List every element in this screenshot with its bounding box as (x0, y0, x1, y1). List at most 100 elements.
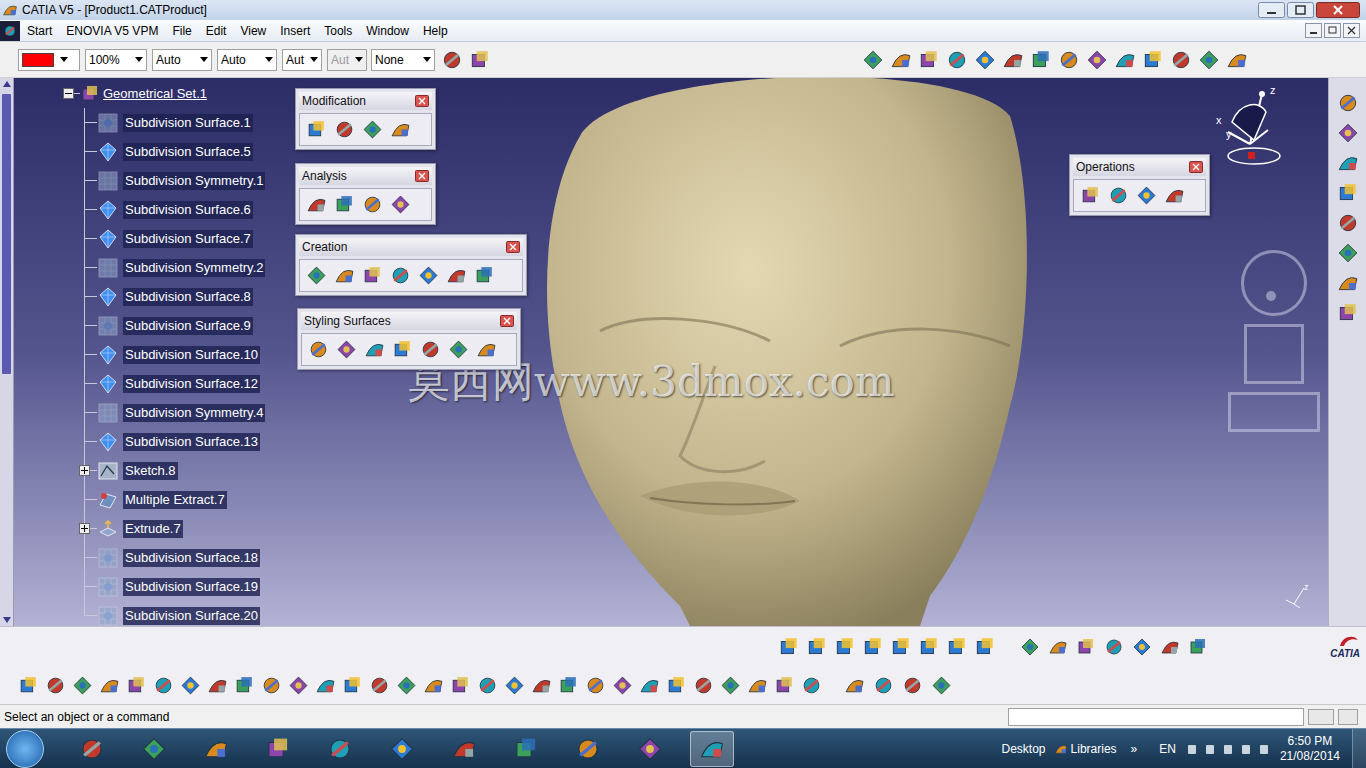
menu-item[interactable]: Window (359, 21, 416, 41)
tool-icon[interactable] (390, 119, 411, 140)
toolbar-title-bar[interactable]: Creation (299, 238, 523, 256)
expand-icon[interactable] (79, 523, 90, 534)
tree-item[interactable]: Subdivision Symmetry.2 (14, 253, 1328, 282)
app-icon[interactable] (637, 736, 663, 762)
collapse-icon[interactable] (63, 88, 74, 99)
zoom-widget[interactable] (1228, 392, 1320, 432)
tree-item[interactable]: Subdivision Surface.18 (14, 543, 1328, 572)
tool-icon[interactable] (1337, 122, 1359, 144)
tool-icon[interactable] (974, 49, 996, 71)
layer-field[interactable]: None (371, 49, 435, 71)
3d-viewport[interactable]: Geometrical Set.1Subdivision Surface.1Su… (14, 78, 1328, 626)
tree-label[interactable]: Subdivision Surface.10 (123, 346, 260, 364)
tool-icon[interactable] (918, 49, 940, 71)
head-model[interactable] (540, 78, 1040, 626)
tree-label[interactable]: Subdivision Symmetry.4 (123, 404, 265, 422)
tool-icon[interactable] (369, 675, 390, 696)
tool-icon[interactable] (1086, 49, 1108, 71)
status-button[interactable] (1308, 709, 1334, 725)
tool-icon[interactable] (469, 49, 491, 71)
tool-icon[interactable] (392, 339, 413, 360)
tool-icon[interactable] (1160, 637, 1180, 657)
tool-icon[interactable] (153, 675, 174, 696)
tool-icon[interactable] (396, 675, 417, 696)
tree-label[interactable]: Subdivision Symmetry.2 (123, 259, 265, 277)
taskbar-app[interactable] (132, 731, 176, 767)
tool-icon[interactable] (474, 265, 495, 286)
taskbar-app[interactable] (256, 731, 300, 767)
close-window-icon[interactable] (1316, 2, 1360, 18)
tool-icon[interactable] (334, 265, 355, 286)
tree-item[interactable]: Extrude.7 (14, 514, 1328, 543)
scroll-thumb[interactable] (2, 94, 11, 374)
tool-icon[interactable] (441, 49, 463, 71)
style-field[interactable]: Auto (217, 49, 277, 71)
tool-icon[interactable] (918, 636, 940, 658)
command-input[interactable] (1008, 708, 1304, 726)
tree-label[interactable]: Subdivision Surface.19 (123, 578, 260, 596)
dropdown-arrow-icon[interactable] (60, 57, 68, 62)
tool-icon[interactable] (806, 636, 828, 658)
menu-item[interactable]: Insert (273, 21, 317, 41)
tool-icon[interactable] (931, 675, 952, 696)
tool-icon[interactable] (844, 675, 865, 696)
tool-icon[interactable] (1080, 185, 1101, 206)
taskbar-app[interactable] (380, 731, 424, 767)
tool-icon[interactable] (448, 339, 469, 360)
floating-toolbar[interactable]: Modification (295, 88, 436, 150)
tool-icon[interactable] (693, 675, 714, 696)
tool-icon[interactable] (1337, 302, 1359, 324)
tool-icon[interactable] (420, 339, 441, 360)
tool-icon[interactable] (1108, 185, 1129, 206)
app-icon[interactable] (327, 736, 353, 762)
app-icon[interactable] (203, 736, 229, 762)
app-icon[interactable] (265, 736, 291, 762)
tool-icon[interactable] (1114, 49, 1136, 71)
tool-icon[interactable] (862, 636, 884, 658)
maximize-icon[interactable] (1287, 2, 1314, 18)
tool-icon[interactable] (390, 194, 411, 215)
style-field[interactable]: Auto (152, 49, 212, 71)
tree-root[interactable]: Geometrical Set.1 (14, 79, 1328, 108)
dropdown-arrow-icon[interactable] (310, 57, 318, 62)
mdi-restore-icon[interactable] (1324, 23, 1341, 38)
tool-icon[interactable] (902, 675, 923, 696)
tool-icon[interactable] (778, 636, 800, 658)
tool-icon[interactable] (306, 265, 327, 286)
tree-label[interactable]: Sketch.8 (123, 462, 178, 480)
close-icon[interactable] (506, 241, 520, 253)
taskbar-app[interactable] (70, 731, 114, 767)
tree-label[interactable]: Subdivision Surface.12 (123, 375, 260, 393)
tree-item[interactable]: Sketch.8 (14, 456, 1328, 485)
tray-icon[interactable] (1186, 742, 1198, 756)
tool-icon[interactable] (1337, 242, 1359, 264)
more-button[interactable]: » (1131, 740, 1138, 758)
tool-icon[interactable] (1226, 49, 1248, 71)
tool-icon[interactable] (946, 49, 968, 71)
status-button[interactable] (1338, 709, 1358, 725)
taskbar-app[interactable] (442, 731, 486, 767)
tool-icon[interactable] (334, 194, 355, 215)
tool-icon[interactable] (72, 675, 93, 696)
tool-icon[interactable] (1136, 185, 1157, 206)
tree-label[interactable]: Subdivision Surface.9 (123, 317, 253, 335)
tool-icon[interactable] (890, 636, 912, 658)
toolbar-title-bar[interactable]: Operations (1073, 158, 1206, 176)
minimize-icon[interactable] (1258, 2, 1285, 18)
tray-icon[interactable] (1204, 742, 1216, 756)
tool-icon[interactable] (558, 675, 579, 696)
tool-icon[interactable] (1337, 182, 1359, 204)
app-icon[interactable] (575, 736, 601, 762)
dropdown-arrow-icon[interactable] (355, 57, 363, 62)
tool-icon[interactable] (450, 675, 471, 696)
tool-icon[interactable] (1337, 92, 1359, 114)
tool-icon[interactable] (334, 119, 355, 140)
app-icon[interactable] (699, 736, 725, 762)
taskbar-app[interactable] (194, 731, 238, 767)
tool-icon[interactable] (336, 339, 357, 360)
tool-icon[interactable] (418, 265, 439, 286)
start-button[interactable] (6, 730, 44, 768)
clock[interactable]: 6:50 PM21/08/2014 (1280, 734, 1340, 764)
close-icon[interactable] (415, 95, 429, 107)
mdi-close-icon[interactable] (1343, 23, 1360, 38)
